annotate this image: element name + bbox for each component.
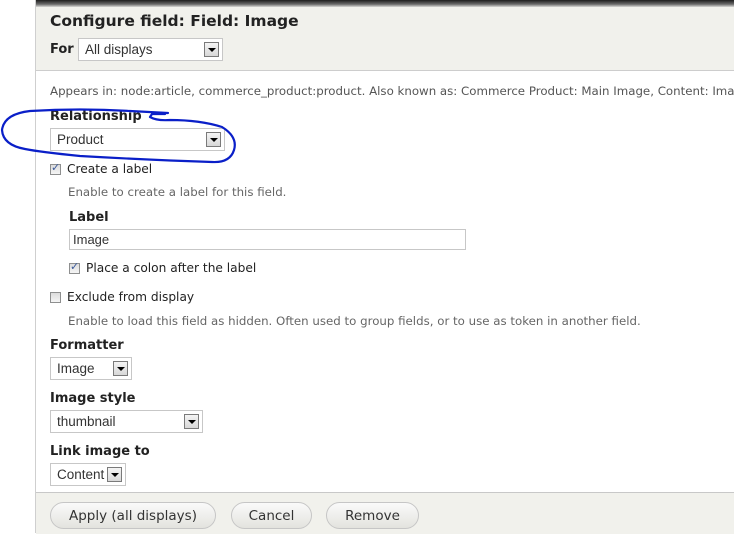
- link-image-to-value: Content: [57, 467, 105, 482]
- relationship-label: Relationship: [50, 109, 142, 124]
- create-label-text[interactable]: Create a label: [67, 162, 152, 176]
- dialog-top-shadow: [36, 0, 734, 7]
- dialog-title: Configure field: Field: Image: [50, 12, 299, 30]
- relationship-value: Product: [57, 132, 104, 147]
- link-image-to-label: Link image to: [50, 444, 150, 459]
- chevron-down-icon[interactable]: [204, 42, 219, 57]
- exclude-display-checkbox[interactable]: [50, 292, 61, 303]
- label-field-label: Label: [69, 210, 109, 225]
- formatter-value: Image: [57, 361, 95, 376]
- dialog-footer: Apply (all displays) Cancel Remove: [36, 492, 734, 534]
- chevron-down-icon[interactable]: [184, 414, 199, 429]
- exclude-display-text[interactable]: Exclude from display: [67, 290, 194, 304]
- link-image-to-select[interactable]: Content: [50, 463, 126, 486]
- configure-field-dialog: Configure field: Field: Image For All di…: [35, 0, 734, 534]
- exclude-display-description: Enable to load this field as hidden. Oft…: [68, 314, 641, 328]
- create-label-description: Enable to create a label for this field.: [68, 185, 287, 199]
- image-style-value: thumbnail: [57, 414, 116, 429]
- appears-in-text: Appears in: node:article, commerce_produ…: [50, 84, 734, 98]
- formatter-label: Formatter: [50, 338, 124, 353]
- apply-button[interactable]: Apply (all displays): [50, 502, 216, 529]
- chevron-down-icon[interactable]: [206, 132, 221, 147]
- create-label-checkbox[interactable]: [50, 161, 61, 175]
- chevron-down-icon[interactable]: [113, 361, 128, 376]
- place-colon-text[interactable]: Place a colon after the label: [86, 261, 256, 275]
- relationship-select[interactable]: Product: [50, 128, 225, 151]
- cancel-button[interactable]: Cancel: [231, 502, 312, 529]
- remove-button[interactable]: Remove: [326, 502, 419, 529]
- label-input[interactable]: [69, 229, 466, 250]
- for-display-value: All displays: [85, 42, 153, 57]
- image-style-label: Image style: [50, 391, 136, 406]
- dialog-header: Configure field: Field: Image For All di…: [36, 7, 734, 71]
- image-style-select[interactable]: thumbnail: [50, 410, 203, 433]
- for-display-select[interactable]: All displays: [78, 38, 223, 61]
- for-label: For: [50, 42, 74, 57]
- formatter-select[interactable]: Image: [50, 357, 132, 380]
- place-colon-checkbox[interactable]: [69, 260, 80, 274]
- chevron-down-icon[interactable]: [107, 467, 122, 482]
